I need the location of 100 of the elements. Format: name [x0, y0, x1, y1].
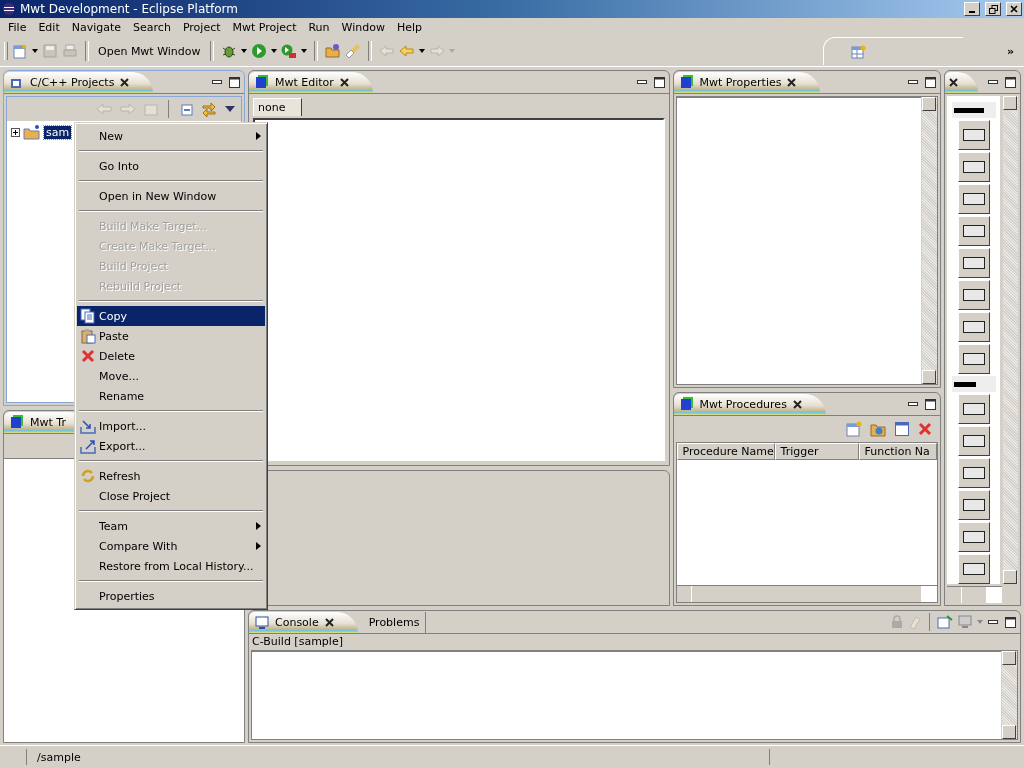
view-tab[interactable]: Console — [249, 611, 358, 633]
menu-item[interactable]: Go Into — [77, 156, 265, 176]
menu-item[interactable]: Edit — [32, 20, 66, 34]
view-tab[interactable] — [945, 71, 978, 93]
submenu-arrow-icon — [256, 132, 261, 140]
delete-icon[interactable] — [918, 422, 932, 436]
column-header[interactable]: Trigger — [774, 443, 859, 460]
run-icon[interactable] — [250, 43, 267, 59]
menu-item[interactable]: Run — [302, 20, 336, 34]
menu-item[interactable]: Export... — [77, 436, 265, 456]
maximize-icon[interactable] — [925, 76, 936, 88]
minimize-icon[interactable] — [908, 401, 918, 407]
maximize-icon[interactable] — [229, 76, 240, 88]
menu-item[interactable]: Properties — [77, 586, 265, 606]
palette-widget-icon[interactable] — [957, 522, 990, 552]
close-icon[interactable] — [324, 617, 334, 627]
palette-widget-icon[interactable] — [957, 312, 990, 342]
menu-item[interactable]: Copy — [77, 306, 265, 326]
palette-widget-icon[interactable] — [957, 248, 990, 278]
view-tab[interactable]: Mwt Properties — [673, 71, 821, 93]
window-icon[interactable] — [894, 421, 910, 437]
new-item-icon[interactable] — [846, 421, 862, 437]
palette-widget-icon[interactable] — [957, 216, 990, 246]
menu-item[interactable]: Help — [390, 20, 428, 34]
palette-widget-icon[interactable] — [957, 554, 990, 584]
maximize-icon[interactable] — [925, 398, 936, 410]
menu-item[interactable]: Refresh — [77, 466, 265, 486]
tree-item[interactable]: sam — [44, 125, 72, 139]
minimize-icon[interactable] — [988, 619, 998, 625]
view-menu-icon[interactable] — [225, 106, 235, 112]
console-title: C-Build [sample] — [251, 634, 344, 650]
dropdown-arrow-icon[interactable] — [300, 49, 307, 53]
close-icon[interactable] — [120, 77, 130, 87]
restore-button[interactable] — [985, 2, 1001, 16]
palette-widget-icon[interactable] — [957, 120, 990, 150]
close-icon[interactable] — [792, 399, 802, 409]
menu-item[interactable]: Mwt Project — [226, 20, 303, 34]
dropdown-arrow-icon[interactable] — [418, 49, 425, 53]
overflow-chevron[interactable]: » — [966, 44, 1020, 58]
menu-item[interactable]: Move... — [77, 366, 265, 386]
palette-widget-icon[interactable] — [957, 458, 990, 488]
palette-widget-icon[interactable] — [957, 280, 990, 310]
vertical-scrollbar[interactable] — [1001, 651, 1017, 739]
maximize-icon[interactable] — [1005, 616, 1016, 628]
minimize-icon[interactable] — [988, 79, 998, 85]
maximize-icon[interactable] — [1005, 76, 1016, 88]
pin-icon[interactable] — [937, 615, 953, 629]
menu-item[interactable]: Delete — [77, 346, 265, 366]
palette-widget-icon[interactable] — [957, 490, 990, 520]
brush-icon[interactable] — [344, 43, 361, 59]
menu-item[interactable]: Project — [176, 20, 227, 34]
menu-item[interactable]: Team — [77, 516, 265, 536]
menu-item[interactable]: Rename — [77, 386, 265, 406]
menu-item[interactable]: Compare With — [77, 536, 265, 556]
link-arrows-icon[interactable] — [201, 101, 217, 117]
view-tab[interactable]: Problems — [362, 611, 427, 633]
run-tool-icon[interactable] — [280, 43, 297, 59]
menu-item[interactable]: Restore from Local History... — [77, 556, 265, 576]
expand-toggle-icon[interactable] — [11, 127, 20, 137]
close-icon[interactable] — [949, 77, 958, 87]
collapse-all-icon[interactable] — [179, 102, 193, 116]
column-header[interactable]: Function Na — [858, 443, 937, 460]
vertical-scrollbar[interactable] — [921, 97, 937, 384]
editor-tab[interactable]: none — [253, 98, 303, 116]
menu-item[interactable]: Navigate — [65, 20, 128, 34]
open-folder-icon[interactable] — [324, 43, 341, 59]
minimize-icon[interactable] — [636, 79, 647, 85]
bug-icon[interactable] — [220, 43, 237, 59]
minimize-button[interactable] — [964, 2, 980, 16]
open-perspective-icon[interactable] — [849, 43, 866, 60]
minimize-icon[interactable] — [212, 79, 222, 85]
dropdown-arrow-icon[interactable] — [270, 49, 277, 53]
menu-item[interactable]: Search — [127, 20, 177, 34]
horizontal-scrollbar[interactable] — [947, 586, 1002, 603]
palette-widget-icon[interactable] — [957, 394, 990, 424]
view-tab[interactable]: Mwt Procedures — [673, 393, 826, 415]
column-header[interactable]: Procedure Name — [676, 443, 775, 460]
close-icon[interactable] — [787, 77, 797, 87]
palette-widget-icon[interactable] — [957, 426, 990, 456]
maximize-icon[interactable] — [653, 76, 665, 88]
close-icon[interactable] — [339, 77, 349, 87]
view-tab[interactable]: C/C++ Projects — [4, 71, 154, 93]
menu-item[interactable]: New — [77, 126, 265, 146]
refresh-folder-icon[interactable] — [870, 421, 886, 437]
menu-item[interactable]: File — [2, 20, 33, 34]
close-button[interactable] — [1006, 2, 1022, 16]
vertical-scrollbar[interactable] — [1002, 96, 1018, 584]
menu-item[interactable]: Open in New Window — [77, 186, 265, 206]
menu-item[interactable]: Paste — [77, 326, 265, 346]
menu-item[interactable]: Close Project — [77, 486, 265, 506]
horizontal-scrollbar[interactable] — [676, 585, 937, 602]
open-mwt-window-button[interactable]: Open Mwt Window — [96, 42, 203, 60]
view-tab[interactable]: Mwt Editor — [249, 71, 373, 93]
palette-widget-icon[interactable] — [957, 152, 990, 182]
palette-widget-icon[interactable] — [957, 344, 990, 374]
menu-item[interactable]: Window — [335, 20, 391, 34]
minimize-icon[interactable] — [908, 79, 918, 85]
dropdown-arrow-icon[interactable] — [240, 49, 247, 53]
palette-widget-icon[interactable] — [957, 184, 990, 214]
dropdown-arrow-icon[interactable] — [32, 49, 38, 53]
